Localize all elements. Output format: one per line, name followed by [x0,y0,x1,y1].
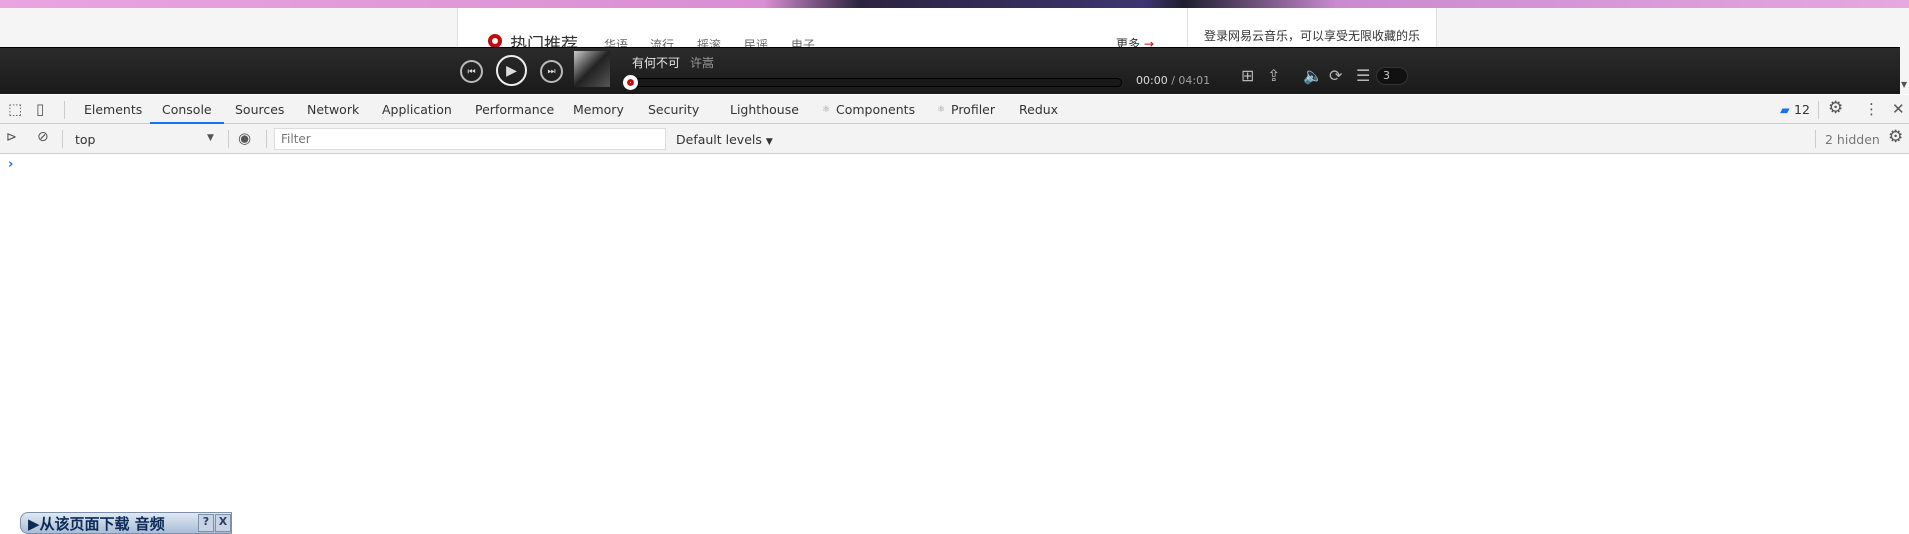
download-audio-button[interactable]: ▶从该页面下载 音频 [28,513,165,534]
tab-memory[interactable]: Memory [573,102,624,124]
tab-profiler[interactable]: Profiler [951,102,995,124]
time-display: 00:00 / 04:01 [1136,74,1210,87]
inspect-element-icon[interactable]: ⬚ [8,100,22,118]
device-toolbar-icon[interactable]: ▯ [36,100,44,118]
divider [228,130,229,148]
tab-lighthouse[interactable]: Lighthouse [730,102,799,124]
console-prompt[interactable]: › [8,157,13,172]
tab-network[interactable]: Network [307,102,359,124]
context-selector[interactable]: top [75,132,95,147]
tab-console[interactable]: Console [150,102,224,124]
eye-icon[interactable]: ◉ [238,129,251,147]
scroll-down-icon[interactable]: ▼ [1901,80,1907,89]
volume-icon[interactable]: 🔈 [1303,66,1323,85]
devtools-tabbar: ⬚ ▯ Elements Console Sources Network App… [0,95,1909,124]
share-icon[interactable]: ⇪ [1267,66,1280,85]
sidebar-toggle-icon[interactable]: ⊳ [6,130,17,145]
settings-gear-icon[interactable]: ⚙ [1828,98,1843,118]
tab-components[interactable]: Components [836,102,915,124]
progress-bar[interactable] [629,78,1122,87]
more-options-icon[interactable]: ⋮ [1864,100,1879,118]
divider [1815,130,1816,148]
tab-application[interactable]: Application [382,102,452,124]
artist-name[interactable]: 许嵩 [690,54,714,71]
divider [62,130,63,148]
console-settings-icon[interactable]: ⚙ [1888,127,1903,147]
clear-console-icon[interactable]: ⊘ [37,129,49,145]
close-button[interactable]: X [215,514,231,532]
add-to-playlist-icon[interactable]: ⊞ [1241,66,1254,85]
console-toolbar: ⊳ ⊘ top ▼ ◉ Default levels ▼ 2 hidden ⚙ [0,124,1909,154]
next-button[interactable]: ⏭ [540,60,563,83]
current-time: 00:00 [1136,74,1168,87]
chevron-down-icon: ▼ [765,137,773,147]
filter-input[interactable] [274,128,666,150]
tab-elements[interactable]: Elements [84,102,142,124]
play-button[interactable]: ▶ [496,55,527,86]
tab-sources[interactable]: Sources [235,102,284,124]
previous-button[interactable]: ⏮ [460,60,483,83]
loop-icon[interactable]: ⟳ [1329,66,1342,85]
hidden-count: 2 hidden [1825,132,1880,147]
message-icon[interactable]: ▰ [1780,102,1790,124]
help-button[interactable]: ? [198,514,214,532]
divider [1818,101,1819,119]
divider [64,101,65,119]
album-art[interactable] [574,51,610,87]
tab-redux[interactable]: Redux [1019,102,1058,124]
playlist-icon[interactable]: ☰ [1356,66,1370,85]
song-title[interactable]: 有何不可 [632,54,680,71]
log-levels-label: Default levels [676,132,762,147]
playlist-count[interactable]: 3 [1376,67,1408,85]
close-icon[interactable]: ✕ [1892,100,1905,118]
progress-knob[interactable] [623,75,638,90]
divider [266,130,267,148]
message-count[interactable]: 12 [1794,102,1810,124]
banner-image[interactable] [0,0,1909,8]
chevron-down-icon[interactable]: ▼ [207,133,214,143]
log-levels-dropdown[interactable]: Default levels ▼ [676,132,773,147]
section-icon [488,34,502,48]
tab-performance[interactable]: Performance [475,102,554,124]
total-time: / 04:01 [1171,74,1211,87]
tab-security[interactable]: Security [648,102,699,124]
